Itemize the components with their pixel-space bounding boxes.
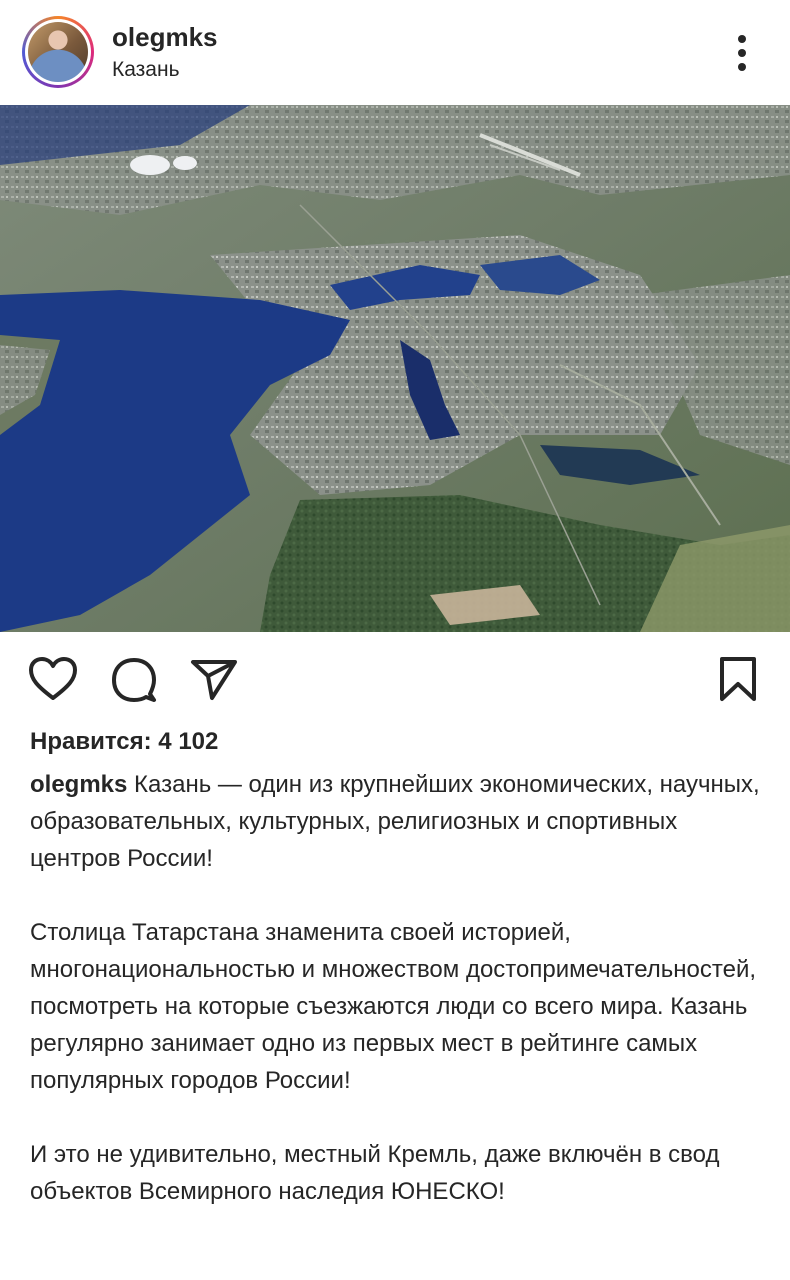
share-button[interactable] [190,658,238,707]
more-vertical-icon [738,35,746,71]
send-icon [191,660,237,700]
save-button[interactable] [718,656,758,707]
post-caption: olegmks Казань — один из крупнейших экон… [30,766,765,1210]
more-options-button[interactable] [722,28,762,78]
heart-icon [29,657,77,700]
caption-username[interactable]: olegmks [30,771,127,798]
post-photo[interactable] [0,105,790,632]
comment-button[interactable] [110,657,158,708]
post-username[interactable]: olegmks [112,22,218,53]
likes-count[interactable]: Нравится: 4 102 [30,728,218,756]
caption-paragraph-1: olegmks Казань — один из крупнейших экон… [30,766,765,877]
post-actions [0,640,790,720]
post-header: olegmks Казань [0,0,790,105]
bookmark-icon [720,657,756,701]
aerial-city-image [0,105,790,632]
avatar[interactable] [22,16,94,88]
avatar-photo [28,22,88,82]
post-location[interactable]: Казань [112,58,180,82]
caption-text-1: Казань — один из крупнейших экономически… [30,771,760,872]
comment-icon [112,658,156,702]
caption-paragraph-3: И это не удивительно, местный Кремль, да… [30,1141,720,1205]
caption-paragraph-2: Столица Татарстана знаменита своей истор… [30,919,757,1094]
like-button[interactable] [28,656,78,707]
